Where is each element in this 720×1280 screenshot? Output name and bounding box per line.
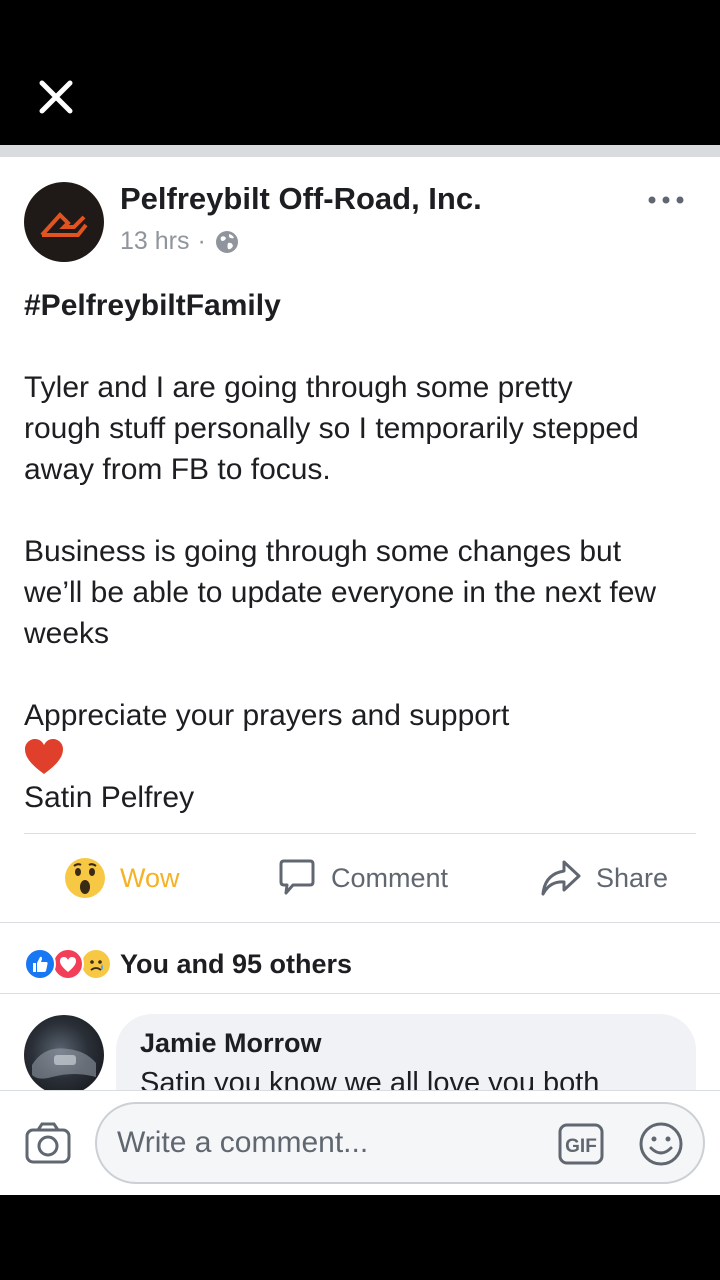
share-arrow-icon (541, 860, 581, 896)
globe-icon (215, 230, 238, 253)
sad-reaction-icon (80, 948, 112, 980)
separator-strip (0, 145, 720, 157)
meta-separator: · (197, 227, 206, 255)
gif-icon[interactable]: GIF (557, 1122, 605, 1166)
post-time[interactable]: 13 hrs (120, 227, 189, 256)
comment-bubble-icon (279, 859, 315, 895)
reactions-count-text[interactable]: You and 95 others (120, 949, 352, 980)
comment-label: Comment (331, 862, 449, 893)
wow-reaction-button[interactable]: Wow (64, 834, 180, 922)
post-paragraph-3: Appreciate your prayers and support (24, 699, 510, 732)
post-panel: Pelfreybilt Off-Road, Inc. 13 hrs · #Pel… (0, 157, 720, 1195)
pelfreybilt-logo-icon (40, 212, 88, 237)
page-name[interactable]: Pelfreybilt Off-Road, Inc. (120, 181, 482, 217)
post-action-bar: Wow Comment Share (0, 834, 720, 922)
share-button[interactable]: Share (540, 834, 668, 922)
share-label: Share (596, 862, 669, 893)
wow-emoji-icon (65, 858, 105, 898)
comment-button[interactable]: Comment (277, 834, 448, 922)
bottom-bar (0, 1195, 720, 1280)
comment-author[interactable]: Jamie Morrow (140, 1028, 672, 1059)
comment-input[interactable]: Write a comment... GIF (95, 1102, 705, 1184)
svg-text:GIF: GIF (565, 1136, 597, 1157)
post-paragraph-1: Tyler and I are going through some prett… (24, 371, 639, 486)
hashtag-link[interactable]: #PelfreybiltFamily (24, 285, 704, 326)
post-signature: Satin Pelfrey (24, 781, 195, 814)
top-bar (0, 0, 720, 145)
wow-label: Wow (120, 862, 180, 893)
emoji-icon[interactable] (637, 1120, 685, 1168)
post-paragraph-2: Business is going through some changes b… (24, 535, 657, 650)
comment-placeholder: Write a comment... (117, 1126, 369, 1159)
heart-emoji-icon (24, 736, 704, 777)
commenter-avatar[interactable] (24, 1015, 104, 1095)
post-body: #PelfreybiltFamily Tyler and I are going… (24, 285, 704, 818)
love-reaction-icon (52, 948, 84, 980)
divider (0, 993, 720, 994)
more-options-icon[interactable] (646, 185, 686, 215)
comment-composer: Write a comment... GIF (0, 1090, 720, 1195)
reactions-summary[interactable]: You and 95 others (24, 943, 352, 985)
close-icon[interactable] (36, 77, 76, 117)
camera-icon[interactable] (24, 1121, 72, 1165)
post-meta: 13 hrs · (120, 227, 240, 256)
like-reaction-icon (24, 948, 56, 980)
page-avatar[interactable] (24, 182, 104, 262)
divider (0, 922, 720, 923)
